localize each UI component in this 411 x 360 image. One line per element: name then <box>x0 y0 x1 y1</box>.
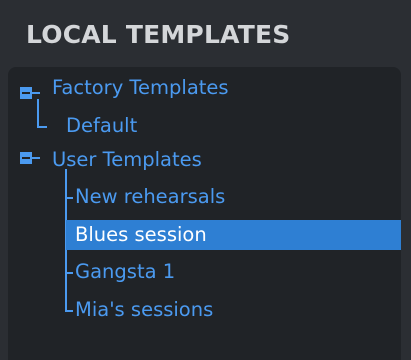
tree-item-default[interactable]: Default <box>66 111 137 141</box>
tree-group-factory-templates[interactable]: Factory Templates <box>52 73 229 103</box>
tree-item-gangsta-1[interactable]: Gangsta 1 <box>75 257 175 287</box>
tree-line-icon <box>32 157 40 159</box>
tree-item-new-rehearsals[interactable]: New rehearsals <box>75 182 225 212</box>
tree-line-icon <box>37 99 39 127</box>
tree-line-icon <box>32 92 40 94</box>
templates-tree: Factory Templates Default User Templates… <box>8 67 401 360</box>
tree-line-icon <box>37 126 47 128</box>
tree-line-icon <box>65 197 73 199</box>
tree-item-blues-session[interactable]: Blues session <box>66 220 401 250</box>
panel-title: LOCAL TEMPLATES <box>26 20 291 49</box>
tree-line-icon <box>65 310 73 312</box>
collapse-factory-icon[interactable] <box>20 87 32 99</box>
collapse-user-icon[interactable] <box>20 152 32 164</box>
local-templates-panel: LOCAL TEMPLATES Factory Templates Defaul… <box>0 0 411 360</box>
tree-item-mias-sessions[interactable]: Mia's sessions <box>75 295 213 325</box>
tree-line-icon <box>65 272 73 274</box>
tree-group-user-templates[interactable]: User Templates <box>52 145 202 175</box>
